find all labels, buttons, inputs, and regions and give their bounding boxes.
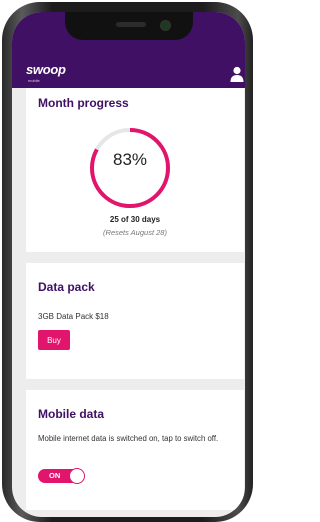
buy-button[interactable]: Buy — [38, 330, 70, 350]
app-header: swoop mobile — [12, 12, 245, 88]
pack-name: 3GB Data Pack $18 — [38, 312, 109, 321]
phone-frame: swoop mobile Month progress 83% 25 of 30… — [2, 2, 253, 522]
progress-percent: 83% — [112, 150, 148, 169]
mobile-data-description: Mobile internet data is switched on, tap… — [38, 434, 219, 443]
mobile-data-title: Mobile data — [38, 407, 105, 421]
mobile-data-toggle[interactable]: ON — [38, 468, 85, 484]
swoop-logo: swoop — [26, 62, 66, 77]
toggle-label: ON — [49, 471, 61, 480]
month-progress-card: Month progress 83% 25 of 30 days (Resets… — [26, 88, 244, 252]
toggle-knob — [69, 468, 85, 484]
mobile-data-card: Mobile data Mobile internet data is swit… — [26, 390, 244, 510]
data-pack-card: Data pack 3GB Data Pack $18 Buy — [26, 263, 244, 379]
speaker-grille — [116, 22, 146, 27]
days-count: 25 of 30 days — [109, 215, 161, 224]
front-camera — [160, 20, 171, 31]
app-screen: swoop mobile Month progress 83% 25 of 30… — [12, 12, 245, 517]
user-icon[interactable] — [230, 66, 244, 82]
logo-subtitle: mobile — [28, 78, 40, 83]
reset-date: (Resets August 28) — [103, 228, 167, 237]
data-pack-title: Data pack — [38, 280, 95, 294]
month-progress-title: Month progress — [38, 96, 129, 110]
phone-notch — [65, 12, 193, 40]
